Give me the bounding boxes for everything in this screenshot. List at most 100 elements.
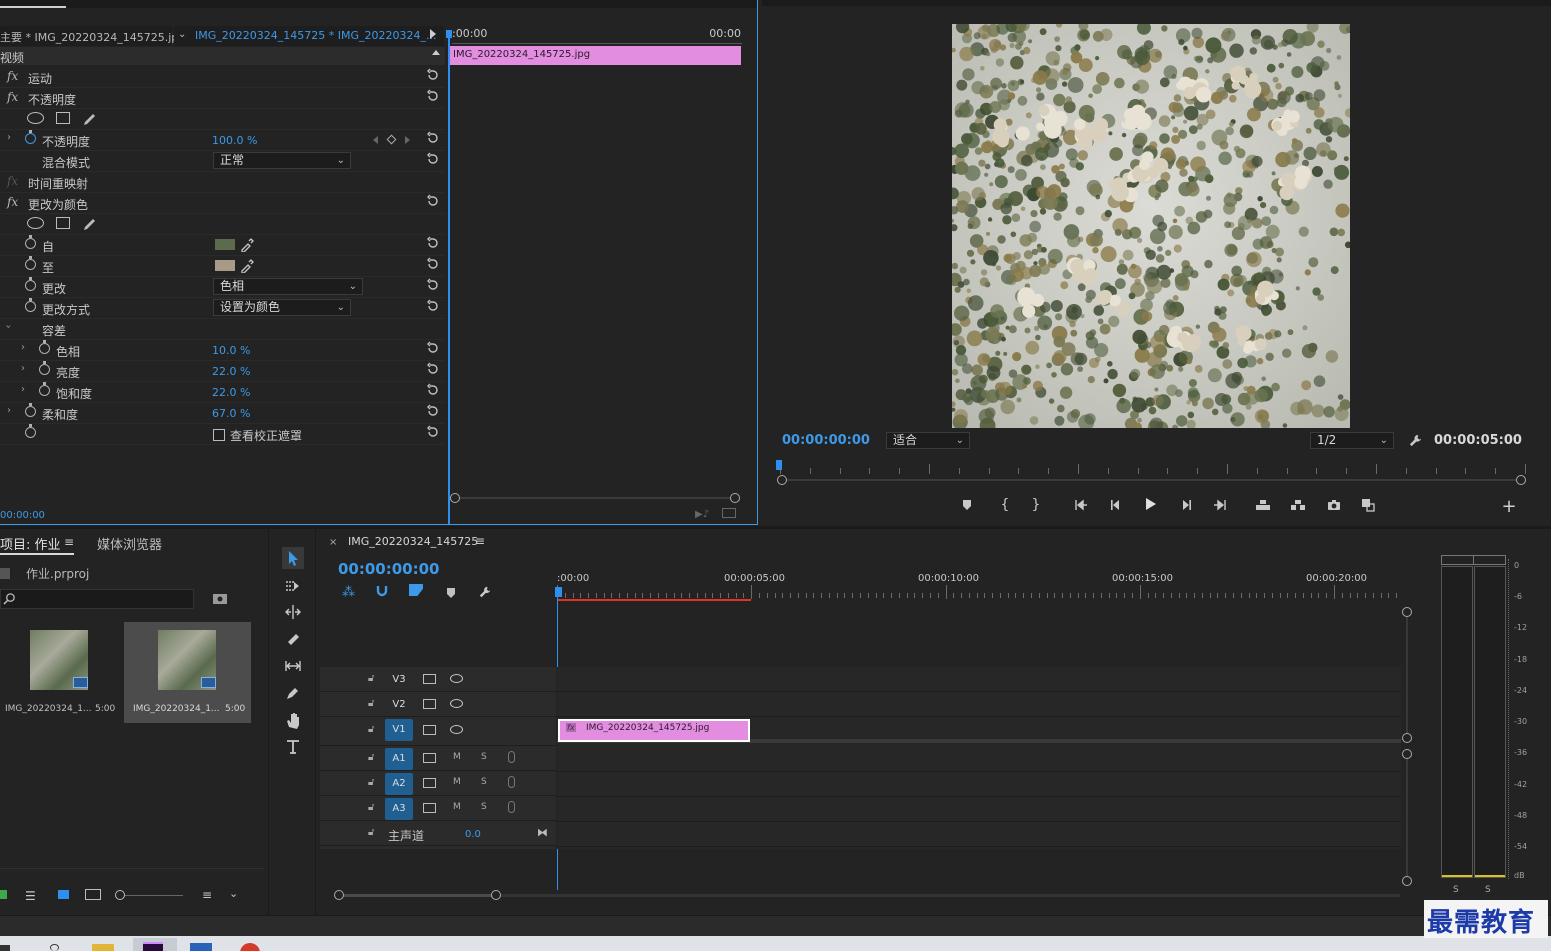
nest-toggle-icon[interactable]: ⁂ [342, 585, 355, 600]
add-marker-button[interactable] [957, 495, 977, 515]
eyedropper-icon[interactable] [240, 259, 254, 276]
softness-value[interactable]: 67.0 % [212, 407, 250, 420]
mute-button[interactable]: M [453, 752, 461, 762]
solo-button[interactable]: S [481, 802, 487, 812]
track-lane-master[interactable] [557, 822, 1401, 847]
effect-row-hue[interactable]: › 色相 10.0 % [0, 340, 445, 361]
opacity-value[interactable]: 100.0 % [212, 134, 257, 147]
collapse-chevron-icon[interactable]: › [3, 325, 14, 329]
timeline-clip-v1[interactable]: fx IMG_20220324_145725.jpg [558, 719, 750, 742]
sync-lock-icon[interactable] [423, 803, 436, 813]
track-lane-a3[interactable] [557, 797, 1401, 822]
stopwatch-icon[interactable] [39, 361, 50, 375]
stopwatch-icon[interactable] [39, 382, 50, 396]
linked-selection-icon[interactable] [409, 584, 423, 596]
view-mask-checkbox[interactable] [213, 429, 225, 441]
project-item[interactable]: IMG_20220324_1... 5:00 [0, 622, 122, 722]
track-lane-v2[interactable] [557, 693, 1401, 717]
sequence-timecode[interactable]: 00:00:00:00 [338, 560, 440, 578]
track-lane-v3[interactable] [557, 668, 1401, 692]
zoom-level-dropdown[interactable]: 适合 ⌄ [886, 432, 970, 449]
export-icon[interactable] [722, 508, 736, 518]
pen-mask-icon[interactable] [82, 216, 98, 232]
stopwatch-icon[interactable] [25, 277, 36, 291]
ellipse-mask-icon[interactable] [27, 112, 44, 124]
project-item-selected[interactable]: IMG_20220324_1... 5:00 [124, 622, 251, 723]
close-icon[interactable]: × [329, 537, 337, 548]
lock-icon[interactable]: 🔓︎ [368, 752, 374, 763]
reset-icon[interactable] [426, 383, 440, 397]
expand-chevron-icon[interactable]: › [21, 363, 25, 374]
mini-playhead[interactable] [448, 34, 450, 524]
work-area-bar[interactable] [558, 599, 751, 601]
lock-icon[interactable] [0, 890, 7, 899]
program-current-time[interactable]: 00:00:00:00 [782, 433, 870, 448]
effect-row-saturation[interactable]: › 饱和度 22.0 % [0, 382, 445, 403]
extract-button[interactable] [1288, 495, 1308, 515]
meter-solo-left[interactable]: S [1453, 885, 1459, 895]
reset-icon[interactable] [426, 341, 440, 355]
vertical-scroll-handle[interactable] [1402, 749, 1412, 759]
go-to-in-button[interactable] [1071, 495, 1091, 515]
lock-icon[interactable]: 🔓︎ [368, 673, 374, 684]
reset-icon[interactable] [426, 404, 440, 418]
step-back-button[interactable] [1106, 495, 1126, 515]
track-target-v3[interactable]: V3 [385, 669, 413, 691]
mark-in-button[interactable]: { [995, 495, 1015, 515]
stopwatch-icon[interactable] [25, 298, 36, 312]
effect-row-lightness[interactable]: › 亮度 22.0 % [0, 361, 445, 382]
source-clip-tab[interactable]: 主要 * IMG_20220324_145725.jpg [0, 26, 185, 46]
effect-row-opacity-group[interactable]: fx 不透明度 [0, 88, 445, 109]
rectangle-mask-icon[interactable] [56, 217, 70, 229]
reset-icon[interactable] [426, 89, 440, 103]
sync-lock-icon[interactable] [423, 725, 436, 735]
taskbar-folder-icon[interactable] [92, 944, 114, 951]
sync-lock-icon[interactable] [423, 753, 436, 763]
reset-icon[interactable] [426, 236, 440, 250]
sync-lock-icon[interactable] [423, 778, 436, 788]
add-button-icon[interactable]: + [1499, 496, 1519, 517]
add-marker-icon[interactable] [446, 587, 456, 602]
tab-sequence[interactable]: IMG_20220324_145725 [348, 535, 478, 548]
prev-keyframe-icon[interactable] [373, 136, 378, 144]
panel-menu-icon[interactable]: ≡ [475, 534, 485, 548]
track-target-a1[interactable]: A1 [385, 748, 413, 770]
stopwatch-icon[interactable] [25, 130, 36, 144]
eye-icon[interactable] [450, 725, 463, 734]
zoom-handle-left[interactable] [777, 475, 787, 485]
icon-view-icon[interactable] [58, 890, 69, 899]
mute-button[interactable]: M [453, 802, 461, 812]
track-target-v1[interactable]: V1 [385, 719, 413, 741]
play-button[interactable] [1140, 494, 1160, 514]
timeline-settings-wrench-icon[interactable] [478, 585, 492, 602]
timeline-horizontal-scroll-track[interactable] [344, 894, 1400, 897]
vertical-scroll-handle[interactable] [1402, 876, 1412, 886]
play-arrow-icon[interactable] [430, 29, 436, 39]
reset-icon[interactable] [426, 257, 440, 271]
track-target-a3[interactable]: A3 [385, 798, 413, 820]
zoom-slider-handle[interactable] [115, 890, 125, 900]
stopwatch-icon[interactable] [39, 340, 50, 354]
expand-chevron-icon[interactable]: › [21, 384, 25, 395]
stopwatch-icon[interactable] [25, 403, 36, 417]
effect-row-opacity[interactable]: › 不透明度 100.0 % [0, 130, 445, 151]
list-view-icon[interactable]: ☰ [25, 889, 36, 903]
mini-playhead-handle[interactable] [446, 30, 452, 38]
from-color-swatch[interactable] [215, 239, 235, 250]
clip-dropdown[interactable]: ⌄ IMG_20220324_145725 * IMG_20220324_... [174, 26, 444, 46]
effect-row-time-remap[interactable]: fx 时间重映射 [0, 172, 445, 193]
panel-menu-icon[interactable]: ≡ [64, 535, 74, 549]
reset-icon[interactable] [426, 131, 440, 145]
zoom-handle-left[interactable] [334, 890, 344, 900]
lift-button[interactable] [1253, 495, 1273, 515]
zoom-handle-left[interactable] [450, 493, 460, 503]
eye-icon[interactable] [450, 674, 463, 683]
program-playhead[interactable] [776, 460, 782, 470]
mini-clip-bar[interactable]: IMG_20220324_145725.jpg [450, 46, 741, 65]
program-zoom-bar[interactable] [786, 479, 1520, 481]
hand-tool-icon[interactable] [282, 709, 304, 731]
solo-button[interactable]: S [481, 777, 487, 787]
tab-project[interactable]: 项目: 作业 [0, 534, 61, 553]
sort-icon[interactable]: ≡ [202, 888, 212, 902]
track-target-v2[interactable]: V2 [385, 694, 413, 716]
